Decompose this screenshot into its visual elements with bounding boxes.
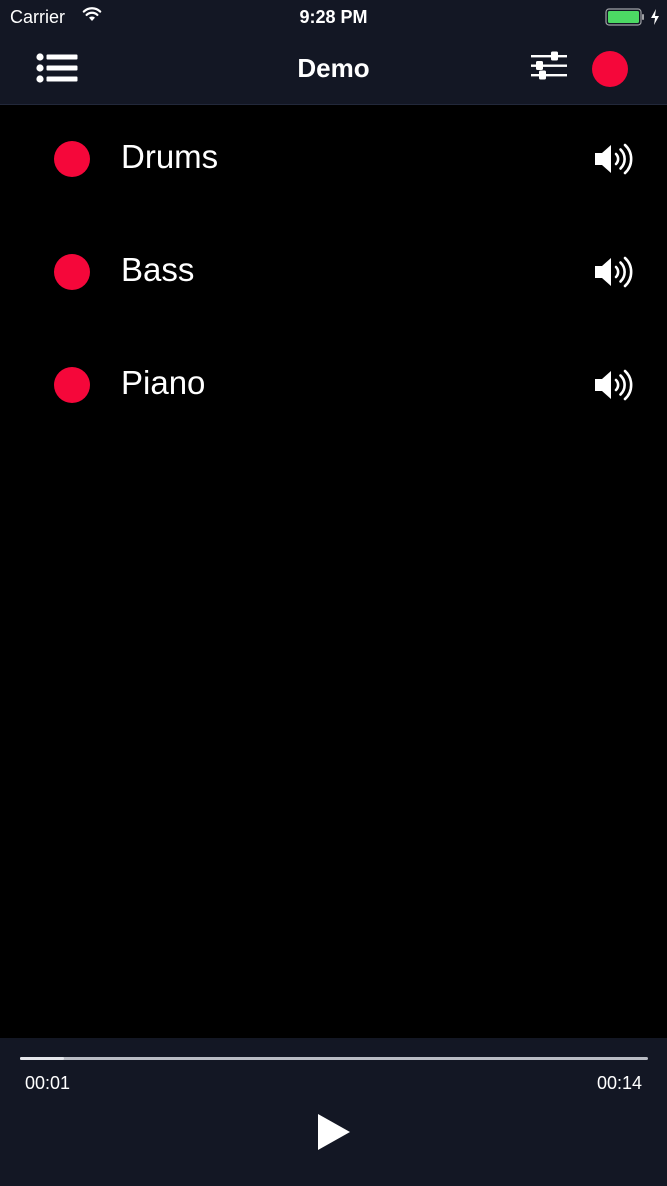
mixer-sliders-icon[interactable] — [529, 50, 569, 86]
playback-controls: 00:01 00:14 — [0, 1038, 667, 1186]
speaker-icon[interactable] — [592, 141, 634, 177]
track-name: Drums — [121, 138, 219, 175]
playback-progress-bar[interactable] — [20, 1057, 648, 1060]
track-name: Piano — [121, 364, 206, 401]
track-row-piano[interactable]: Piano — [0, 330, 667, 443]
total-time: 00:14 — [596, 1073, 642, 1093]
play-icon[interactable] — [312, 1110, 356, 1154]
status-bar: Carrier 9:28 PM — [0, 0, 667, 34]
navigation-bar: Demo — [0, 34, 667, 104]
speaker-icon[interactable] — [592, 367, 634, 403]
track-row-bass[interactable]: Bass — [0, 217, 667, 330]
track-name: Bass — [121, 251, 195, 288]
charging-bolt-icon — [651, 9, 659, 25]
speaker-icon[interactable] — [592, 254, 634, 290]
playback-progress-fill — [20, 1057, 64, 1060]
track-record-indicator[interactable] — [54, 367, 90, 403]
status-time: 9:28 PM — [299, 7, 368, 27]
battery-icon — [605, 8, 644, 26]
track-row-drums[interactable]: Drums — [0, 104, 667, 217]
track-record-indicator[interactable] — [54, 141, 90, 177]
app-screen: Carrier 9:28 PM Demo Drums Bass Piano 00… — [0, 0, 667, 1186]
track-record-indicator[interactable] — [54, 254, 90, 290]
elapsed-time: 00:01 — [25, 1073, 71, 1093]
top-chrome: Carrier 9:28 PM Demo — [0, 0, 667, 105]
record-button[interactable] — [592, 51, 628, 87]
